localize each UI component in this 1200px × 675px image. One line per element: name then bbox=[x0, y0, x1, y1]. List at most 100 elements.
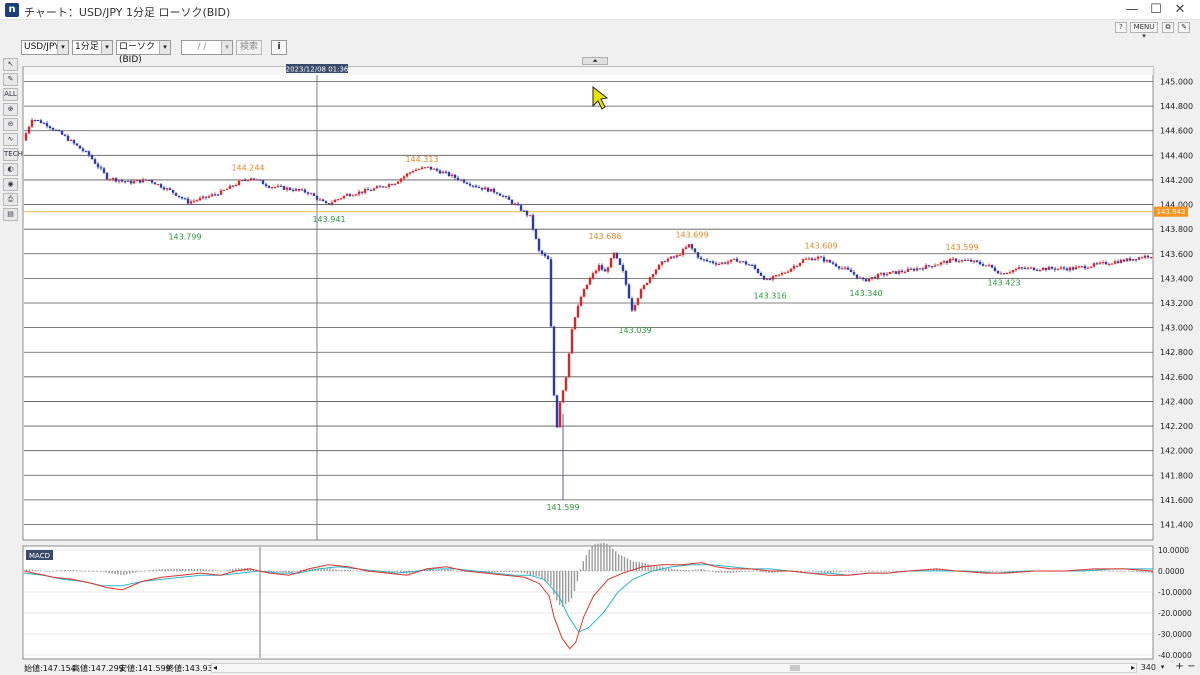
candle-body bbox=[33, 119, 37, 121]
candle-body bbox=[933, 265, 937, 267]
histogram-bar bbox=[117, 571, 119, 575]
candle-body bbox=[357, 191, 361, 195]
histogram-bar bbox=[1118, 571, 1121, 572]
histogram-bar bbox=[1139, 571, 1141, 573]
histogram-bar bbox=[615, 551, 617, 571]
horizontal-scrollbar[interactable]: ◂ ▸ bbox=[211, 663, 1137, 673]
histogram-bar bbox=[143, 570, 146, 572]
candle-body bbox=[213, 194, 217, 196]
candle-body bbox=[333, 199, 337, 203]
histogram-bar bbox=[55, 570, 57, 572]
candle-body bbox=[666, 258, 670, 262]
candle-body bbox=[921, 268, 925, 270]
histogram-bar bbox=[137, 571, 140, 572]
histogram-bar bbox=[349, 570, 352, 571]
histogram-bar bbox=[111, 571, 113, 574]
histogram-bar bbox=[1103, 570, 1106, 571]
candle-body bbox=[750, 264, 754, 266]
candle-body bbox=[258, 179, 262, 181]
candle-body bbox=[168, 188, 172, 190]
candle-body bbox=[480, 187, 484, 190]
histogram-bar bbox=[874, 571, 876, 572]
candle-body bbox=[843, 267, 847, 269]
histogram-bar bbox=[84, 571, 87, 572]
candle-body bbox=[909, 268, 913, 270]
price-tick-label: 142.000 bbox=[1160, 447, 1193, 456]
candle-body bbox=[1029, 267, 1033, 269]
candle-body bbox=[1014, 269, 1018, 271]
candle-body bbox=[594, 270, 598, 274]
zoom-out-button[interactable]: − bbox=[1186, 662, 1197, 673]
candle-body bbox=[675, 255, 679, 258]
candle-body bbox=[990, 264, 994, 268]
chart-area[interactable]: 2023/12/08 01:36 144.244 144.313 143.686 14… bbox=[0, 0, 1200, 675]
zoom-in-button[interactable]: + bbox=[1174, 662, 1185, 673]
candle-body bbox=[1053, 268, 1057, 270]
candle-body bbox=[210, 194, 214, 197]
candle-body bbox=[387, 184, 391, 187]
candle-body bbox=[831, 262, 835, 264]
candle-body bbox=[663, 261, 667, 263]
zoom-dropdown-icon[interactable]: ▾ bbox=[1157, 662, 1168, 673]
histogram-bar bbox=[747, 571, 749, 572]
candle-body bbox=[495, 192, 499, 194]
candle-body bbox=[174, 192, 178, 196]
scroll-right-icon[interactable]: ▸ bbox=[1131, 663, 1135, 672]
histogram-bar bbox=[550, 571, 552, 586]
candle-body bbox=[720, 262, 724, 264]
histogram-bar bbox=[859, 571, 861, 572]
candle-body bbox=[186, 198, 190, 204]
histogram-bar bbox=[514, 571, 517, 573]
candle-body bbox=[231, 185, 235, 187]
scroll-left-icon[interactable]: ◂ bbox=[213, 663, 217, 672]
histogram-bar bbox=[435, 569, 437, 571]
candle-body bbox=[1137, 257, 1141, 260]
candle-body bbox=[960, 260, 964, 262]
histogram-bar bbox=[644, 563, 646, 571]
histogram-bar bbox=[126, 571, 128, 575]
candle-body bbox=[330, 202, 334, 205]
histogram-bar bbox=[170, 568, 172, 571]
candle-body bbox=[264, 184, 268, 187]
candle-body bbox=[828, 259, 832, 263]
histogram-bar bbox=[573, 571, 576, 591]
candle-body bbox=[189, 201, 193, 204]
histogram-bar bbox=[871, 571, 873, 572]
candle-body bbox=[951, 258, 955, 260]
candle-body bbox=[636, 298, 640, 305]
candle-body bbox=[984, 265, 988, 267]
candle-body bbox=[381, 186, 385, 188]
candle-body bbox=[570, 329, 574, 354]
histogram-bar bbox=[567, 571, 570, 602]
histogram-bar bbox=[506, 571, 508, 573]
candle-body bbox=[519, 205, 523, 211]
candle-body bbox=[24, 133, 28, 141]
histogram-bar bbox=[441, 569, 443, 571]
candle-body bbox=[129, 180, 133, 184]
high-label: 143.599 bbox=[945, 243, 978, 252]
histogram-bar bbox=[341, 569, 343, 571]
candle-body bbox=[702, 259, 706, 261]
histogram-bar bbox=[865, 571, 867, 572]
candle-body bbox=[87, 151, 91, 156]
histogram-bar bbox=[538, 571, 540, 577]
candle-body bbox=[1068, 267, 1072, 271]
candle-body bbox=[27, 126, 31, 134]
candle-body bbox=[459, 179, 463, 181]
scrollbar-thumb[interactable] bbox=[790, 665, 800, 671]
histogram-bar bbox=[1142, 571, 1144, 573]
price-tick-label: 143.800 bbox=[1160, 225, 1193, 234]
candle-body bbox=[435, 168, 439, 171]
candle-body bbox=[708, 261, 712, 263]
histogram-bar bbox=[535, 571, 537, 577]
candle-body bbox=[63, 134, 67, 136]
candle-body bbox=[777, 274, 781, 276]
histogram-bar bbox=[679, 569, 682, 571]
candle-body bbox=[588, 277, 592, 285]
histogram-bar bbox=[102, 571, 104, 572]
low-label: 141.599 bbox=[546, 503, 579, 512]
candle-body bbox=[1002, 273, 1006, 275]
candle-body bbox=[531, 215, 535, 230]
candle-body bbox=[195, 200, 199, 202]
histogram-bar bbox=[158, 569, 160, 571]
